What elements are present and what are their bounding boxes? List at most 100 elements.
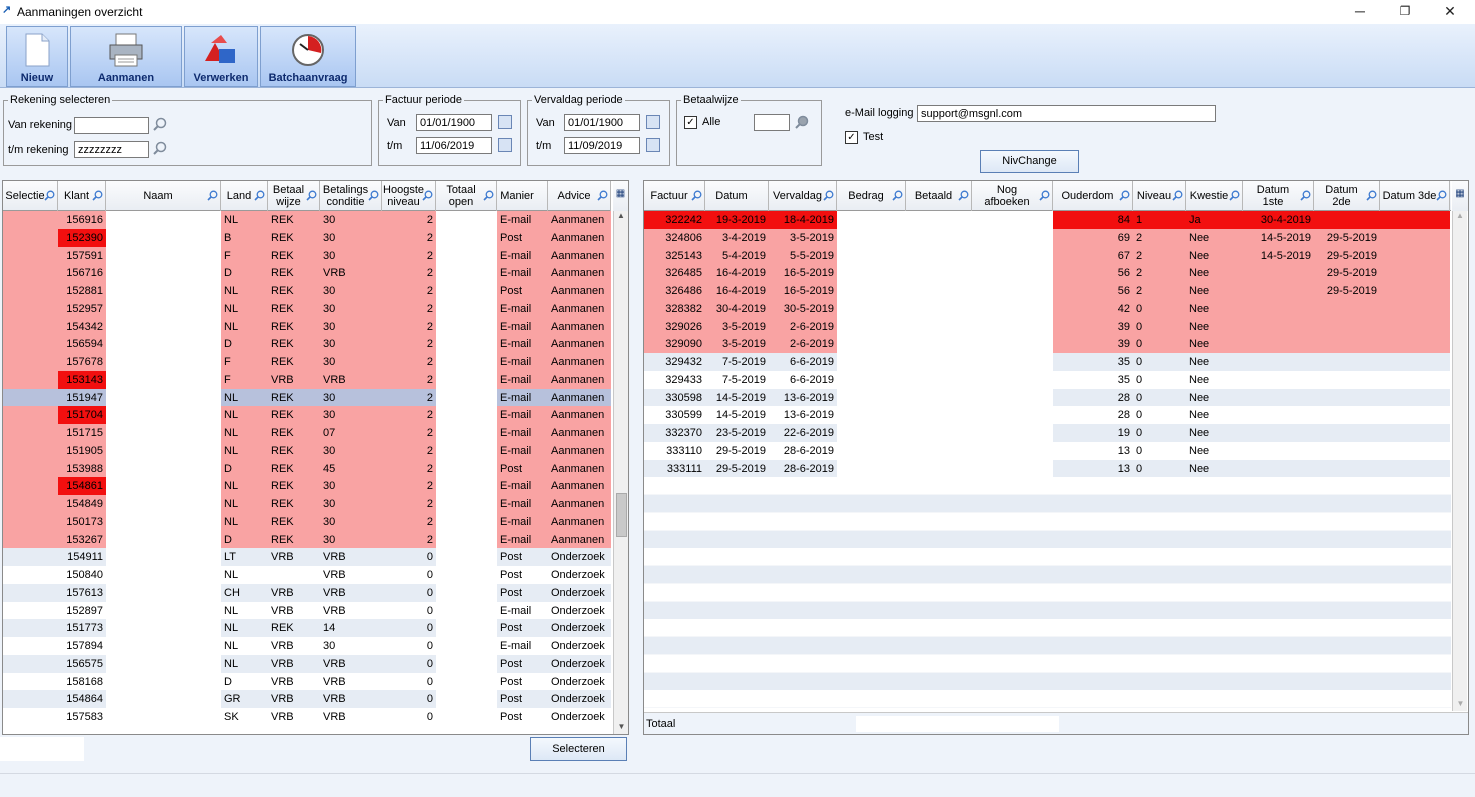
search-icon[interactable]	[153, 141, 167, 155]
table-row[interactable]: 158168 D VRB VRB 0 Post Onderzoek	[3, 672, 611, 691]
column-header-betaalwijze[interactable]: Betaal wijze	[268, 181, 320, 211]
column-header-klant[interactable]: Klant	[58, 181, 106, 211]
column-header-datum-3de[interactable]: Datum 3de	[1380, 181, 1450, 211]
table-row[interactable]: 151947 NL REK 30 2 E-mail Aanmanen	[3, 388, 611, 407]
table-row[interactable]: 333111 29-5-2019 28-6-2019 13 0 Nee	[644, 459, 1451, 478]
column-header-kwestie[interactable]: Kwestie	[1186, 181, 1243, 211]
table-row[interactable]: 153988 D REK 45 2 Post Aanmanen	[3, 459, 611, 478]
calendar-icon[interactable]	[646, 115, 660, 129]
calendar-icon[interactable]	[498, 115, 512, 129]
column-header-datum-2de[interactable]: Datum 2de	[1314, 181, 1380, 211]
column-chooser-icon[interactable]: ▦	[1452, 181, 1468, 211]
column-header-nog-afboeken[interactable]: Nog afboeken	[972, 181, 1053, 211]
search-icon[interactable]	[1229, 190, 1240, 201]
table-row[interactable]: 330599 14-5-2019 13-6-2019 28 0 Nee	[644, 406, 1451, 425]
column-header-naam[interactable]: Naam	[106, 181, 221, 211]
table-row[interactable]: 157894 NL VRB 30 0 E-mail Onderzoek	[3, 637, 611, 655]
column-header-selectie[interactable]: Selectie	[3, 181, 58, 211]
table-row[interactable]: 151704 NL REK 30 2 E-mail Aanmanen	[3, 406, 611, 425]
table-row[interactable]: 154861 NL REK 30 2 E-mail Aanmanen	[3, 477, 611, 496]
scroll-thumb[interactable]	[616, 493, 627, 537]
column-header-niveau[interactable]: Hoogste niveau	[382, 181, 436, 211]
table-row[interactable]: 152881 NL REK 30 2 Post Aanmanen	[3, 282, 611, 300]
table-row[interactable]: 156716 D REK VRB 2 E-mail Aanmanen	[3, 264, 611, 283]
table-row[interactable]: 151715 NL REK 07 2 E-mail Aanmanen	[3, 424, 611, 442]
table-row[interactable]: 328382 30-4-2019 30-5-2019 42 0 Nee	[644, 299, 1451, 318]
search-icon[interactable]	[306, 190, 317, 201]
factuur-tm-input[interactable]	[416, 137, 492, 154]
search-icon[interactable]	[153, 117, 167, 131]
column-header-datum[interactable]: Datum	[705, 181, 769, 211]
search-icon[interactable]	[1366, 190, 1377, 201]
search-icon[interactable]	[254, 190, 265, 201]
van-rekening-input[interactable]	[74, 117, 149, 134]
betaalwijze-input[interactable]	[754, 114, 790, 131]
column-header-manier[interactable]: Manier	[497, 181, 548, 211]
table-row[interactable]: 150173 NL REK 30 2 E-mail Aanmanen	[3, 512, 611, 531]
column-chooser-icon[interactable]: ▦	[613, 181, 628, 211]
table-row[interactable]: 150840 NL VRB 0 Post Onderzoek	[3, 566, 611, 584]
close-button[interactable]: ✕	[1427, 0, 1473, 24]
table-row[interactable]: 152897 NL VRB VRB 0 E-mail Onderzoek	[3, 601, 611, 620]
calendar-icon[interactable]	[646, 138, 660, 152]
column-header-niveau[interactable]: Niveau	[1133, 181, 1186, 211]
table-row[interactable]: 322242 19-3-2019 18-4-2019 84 1 Ja 30-4-2019	[644, 211, 1451, 229]
verwerken-button[interactable]: Verwerken	[184, 26, 258, 87]
table-row[interactable]: 156594 D REK 30 2 E-mail Aanmanen	[3, 335, 611, 354]
search-icon[interactable]	[483, 190, 494, 201]
vertical-scrollbar[interactable]: ▲ ▼	[613, 211, 628, 734]
table-row[interactable]: 153143 F VRB VRB 2 E-mail Aanmanen	[3, 370, 611, 389]
search-icon[interactable]	[44, 190, 55, 201]
batchaanvraag-button[interactable]: Batchaanvraag	[260, 26, 356, 87]
table-row[interactable]: 329433 7-5-2019 6-6-2019 35 0 Nee	[644, 370, 1451, 389]
vervaldag-van-input[interactable]	[564, 114, 640, 131]
calendar-icon[interactable]	[498, 138, 512, 152]
factuur-van-input[interactable]	[416, 114, 492, 131]
scroll-down-arrow[interactable]: ▼	[614, 722, 628, 734]
column-header-advice[interactable]: Advice	[548, 181, 611, 211]
column-header-vervaldag[interactable]: Vervaldag	[769, 181, 837, 211]
klanten-grid[interactable]: Selectie Klant Naam Land Betaal wijze Betalin…	[2, 180, 629, 735]
search-icon[interactable]	[691, 190, 702, 201]
table-row[interactable]: 151905 NL REK 30 2 E-mail Aanmanen	[3, 441, 611, 460]
table-row[interactable]: 332370 23-5-2019 22-6-2019 19 0 Nee	[644, 424, 1451, 442]
nieuw-button[interactable]: Nieuw	[6, 26, 68, 87]
table-row[interactable]: 153267 D REK 30 2 E-mail Aanmanen	[3, 530, 611, 549]
test-checkbox[interactable]: ✓	[845, 131, 858, 144]
table-row[interactable]: 326486 16-4-2019 16-5-2019 56 2 Nee 29-5-2019	[644, 282, 1451, 300]
column-header-ouderdom[interactable]: Ouderdom	[1053, 181, 1133, 211]
minimize-button[interactable]: ─	[1337, 0, 1383, 24]
table-row[interactable]: 152390 B REK 30 2 Post Aanmanen	[3, 228, 611, 247]
table-row[interactable]: 329090 3-5-2019 2-6-2019 39 0 Nee	[644, 335, 1451, 354]
tm-rekening-input[interactable]	[74, 141, 149, 158]
search-icon[interactable]	[1039, 190, 1050, 201]
search-icon[interactable]	[597, 190, 608, 201]
table-row[interactable]: 156916 NL REK 30 2 E-mail Aanmanen	[3, 211, 611, 229]
maximize-button[interactable]: ❐	[1382, 0, 1428, 24]
search-icon[interactable]	[892, 190, 903, 201]
table-row[interactable]: 154849 NL REK 30 2 E-mail Aanmanen	[3, 495, 611, 513]
table-row[interactable]: 152957 NL REK 30 2 E-mail Aanmanen	[3, 299, 611, 318]
vervaldag-tm-input[interactable]	[564, 137, 640, 154]
table-row[interactable]: 156575 NL VRB VRB 0 Post Onderzoek	[3, 654, 611, 673]
search-icon[interactable]	[958, 190, 969, 201]
vertical-scrollbar[interactable]: ▲ ▼	[1452, 211, 1467, 711]
search-icon[interactable]	[1436, 190, 1447, 201]
scroll-down-arrow[interactable]: ▼	[1453, 699, 1468, 711]
table-row[interactable]: 157583 SK VRB VRB 0 Post Onderzoek	[3, 708, 611, 726]
table-row[interactable]: 326485 16-4-2019 16-5-2019 56 2 Nee 29-5-2019	[644, 264, 1451, 283]
aanmanen-button[interactable]: Aanmanen	[70, 26, 182, 87]
table-row[interactable]: 154342 NL REK 30 2 E-mail Aanmanen	[3, 317, 611, 336]
nivchange-button[interactable]: NivChange	[980, 150, 1079, 173]
alle-checkbox[interactable]: ✓	[684, 116, 697, 129]
search-icon[interactable]	[1172, 190, 1183, 201]
column-header-bedrag[interactable]: Bedrag	[837, 181, 906, 211]
selecteren-button[interactable]: Selecteren	[530, 737, 627, 761]
search-icon[interactable]	[207, 190, 218, 201]
table-row[interactable]: 324806 3-4-2019 3-5-2019 69 2 Nee 14-5-2019 29-…	[644, 228, 1451, 247]
search-icon[interactable]	[422, 190, 433, 201]
email-logging-input[interactable]	[917, 105, 1216, 122]
table-row[interactable]: 151773 NL REK 14 0 Post Onderzoek	[3, 619, 611, 638]
search-icon[interactable]	[1119, 190, 1130, 201]
table-row[interactable]: 330598 14-5-2019 13-6-2019 28 0 Nee	[644, 388, 1451, 407]
